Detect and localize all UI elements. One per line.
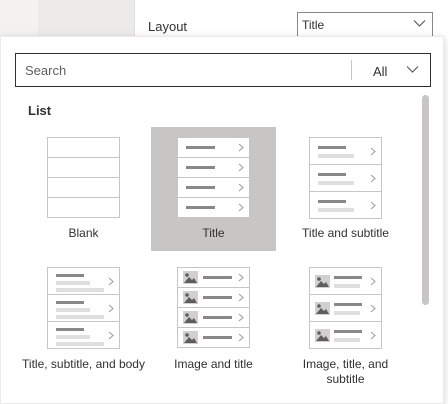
image-icon [183,311,198,324]
background-block [38,0,134,40]
layout-dropdown-value: Title [302,18,325,32]
layout-dropdown[interactable]: Title [297,12,433,38]
layout-option-title-and-subtitle[interactable]: Title and subtitle [283,127,408,251]
filter-label: All [373,64,388,79]
image-icon [183,331,198,344]
search-box: All [15,53,431,87]
layout-option-blank[interactable]: Blank [21,127,146,251]
image-icon [315,329,330,342]
image-icon [183,271,198,284]
image-icon [315,275,330,288]
background-left-strip [0,0,38,40]
title-subtitle-preview [309,137,382,219]
blank-preview [47,137,120,218]
title-subtitle-body-preview [47,267,120,349]
search-input[interactable] [25,60,345,80]
section-title: List [28,103,52,118]
image-title-preview [177,267,250,348]
image-title-subtitle-preview [309,267,382,349]
layout-option-title-subtitle-body[interactable]: Title, subtitle, and body [21,257,146,381]
title-preview [177,137,250,218]
layout-option-label: Title, subtitle, and body [22,357,145,371]
layout-option-label: Title and subtitle [302,226,389,240]
layout-option-image-and-title[interactable]: Image and title [151,257,276,381]
layout-option-label: Image and title [174,357,253,371]
layout-picker-flyout: All List Blank Title Title and subtitle [0,36,444,404]
layout-option-label: Title [202,226,225,240]
layout-option-image-title-subtitle[interactable]: Image, title, and subtitle [283,257,408,386]
image-icon [315,302,330,315]
layout-option-label: Blank [68,226,99,240]
chevron-down-icon [406,66,419,73]
layout-option-title[interactable]: Title [151,127,276,251]
chevron-down-icon [413,20,426,27]
image-icon [183,291,198,304]
filter-dropdown[interactable]: All [352,54,430,86]
scrollbar-thumb[interactable] [422,95,429,305]
layout-option-label: Image, title, and subtitle [302,357,389,386]
layout-label: Layout [148,19,188,34]
